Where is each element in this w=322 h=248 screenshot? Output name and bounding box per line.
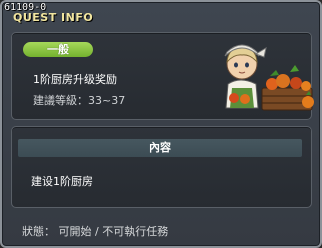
quest-status: 狀態： 可開始 / 不可執行任務 (22, 225, 169, 238)
content-header: 內容 (18, 139, 302, 157)
quest-content-panel: 內容 建设1阶厨房 (11, 126, 312, 208)
quest-level-requirement: 建議等級：33~37 (33, 94, 126, 107)
content-text: 建设1阶厨房 (31, 175, 93, 188)
chef-figure (224, 44, 267, 109)
quest-summary-panel: 一般 1阶厨房升级奖励 建議等級：33~37 (11, 32, 314, 120)
window-title: QUEST INFO (13, 11, 94, 24)
vegetable-crate (261, 65, 314, 111)
chef-npc-icon (224, 44, 314, 111)
quest-name: 1阶厨房升级奖励 (33, 73, 117, 86)
quest-info-window: 61109-0 QUEST INFO 一般 1阶厨房升级奖励 建議等級：33~3… (0, 0, 322, 248)
quest-type-badge: 一般 (23, 42, 93, 57)
